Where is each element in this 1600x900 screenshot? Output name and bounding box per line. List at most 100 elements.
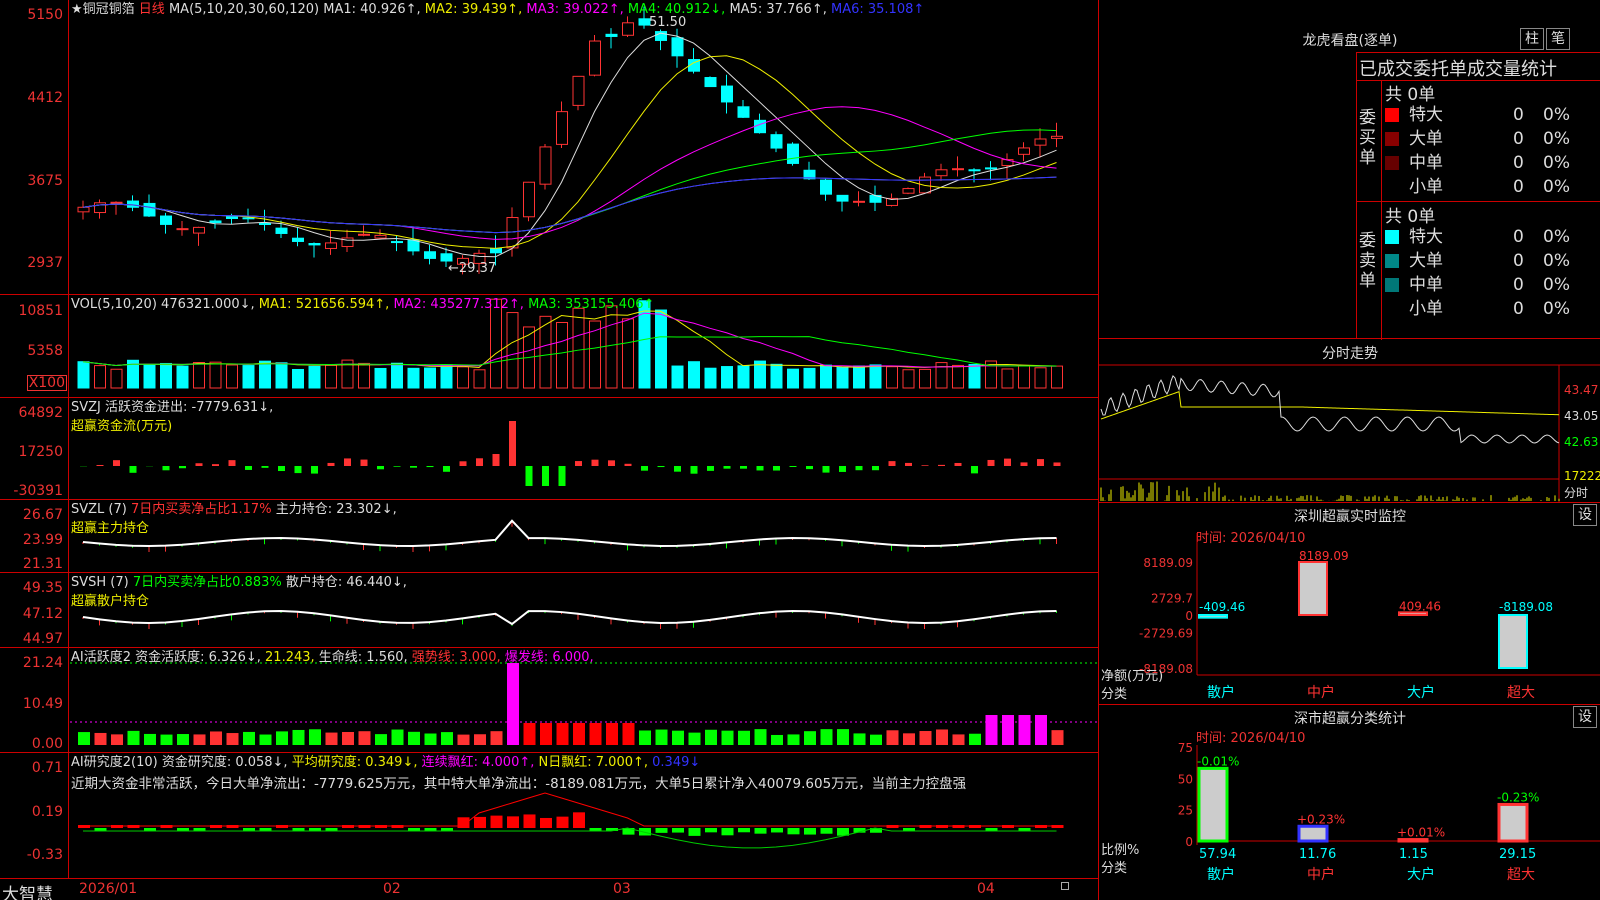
flow-bar bbox=[641, 466, 648, 471]
dragon-tiger-panel: 龙虎看盘(逐单) 柱 笔 已成交委托单成交量统计 委买单 委卖单 共 0单 共 … bbox=[1099, 0, 1600, 340]
y-tick: 49.35 bbox=[22, 580, 63, 596]
y-tick: 47.12 bbox=[22, 606, 63, 622]
activity-bar bbox=[358, 731, 371, 745]
activity-bar bbox=[441, 732, 453, 745]
lock-icon[interactable] bbox=[1061, 882, 1069, 890]
intraday-panel[interactable]: 分时走势 43.47 43.05 42.63 17222 分时 bbox=[1099, 338, 1600, 503]
volume-bar bbox=[853, 365, 865, 389]
flow-bar bbox=[806, 466, 813, 470]
volume-bar bbox=[737, 365, 750, 389]
row-count: 0 bbox=[1513, 275, 1524, 295]
value-label: 1.15 bbox=[1399, 847, 1428, 862]
flow-bar bbox=[971, 466, 978, 474]
bar-mode-button[interactable]: 柱 bbox=[1520, 28, 1544, 50]
row-label: 大单 bbox=[1409, 129, 1443, 149]
activity-bar bbox=[292, 729, 305, 745]
activity-bar bbox=[936, 729, 948, 745]
main-header: ★铜冠铜箔 日线 MA(5,10,20,30,60,120) MA1: 40.9… bbox=[71, 2, 924, 17]
value-label: 11.76 bbox=[1299, 847, 1336, 862]
flow-bar bbox=[195, 463, 203, 466]
sell-label: 委卖单 bbox=[1359, 231, 1376, 291]
svzl-pane[interactable]: 26.67 23.99 21.31 SVZL (7) 7日内买卖净占比1.17%… bbox=[0, 499, 1098, 572]
ai-research-pane[interactable]: 0.71 0.19 -0.33 AI研究度2(10) 资金研究度: 0.058↓… bbox=[0, 752, 1098, 878]
y-tick: 64892 bbox=[18, 405, 63, 421]
activity-bar bbox=[94, 732, 107, 745]
candle bbox=[490, 247, 502, 254]
kline-chart[interactable] bbox=[0, 0, 1098, 294]
row-label: 小单 bbox=[1409, 299, 1443, 319]
svsh-pane[interactable]: 49.35 47.12 44.97 SVSH (7) 7日内买卖净占比0.883… bbox=[0, 572, 1098, 647]
candle bbox=[523, 181, 535, 218]
volume-bar bbox=[374, 367, 387, 389]
category-label: 大户 bbox=[1407, 866, 1435, 883]
flow-bar bbox=[1020, 462, 1028, 466]
volume-bar bbox=[143, 363, 156, 389]
candle bbox=[424, 251, 436, 259]
volume-bar bbox=[110, 368, 123, 389]
row-label: 中单 bbox=[1409, 153, 1443, 173]
change-label: +0.01% bbox=[1397, 826, 1445, 840]
volume-bar bbox=[242, 365, 255, 389]
flow-bar bbox=[327, 462, 335, 466]
activity-bar bbox=[474, 734, 486, 745]
flow-bar bbox=[360, 459, 368, 466]
change-label: -0.23% bbox=[1497, 790, 1539, 804]
flow-bar bbox=[443, 466, 450, 472]
y-tick: 0.00 bbox=[31, 736, 63, 752]
volume-bar bbox=[407, 367, 420, 389]
row-label: 特大 bbox=[1409, 105, 1443, 125]
period-label[interactable]: 日线 bbox=[139, 2, 165, 17]
ma-line bbox=[82, 55, 1057, 249]
volume-pane[interactable]: 10851 5358 X100 VOL(5,10,20) 476321.000↓… bbox=[0, 294, 1098, 397]
intraday-chart[interactable] bbox=[1099, 339, 1600, 503]
stock-title[interactable]: ★铜冠铜箔 bbox=[71, 2, 135, 17]
trend-line bbox=[82, 519, 1057, 547]
candle bbox=[539, 146, 552, 185]
volume-bar bbox=[902, 369, 915, 389]
candle bbox=[193, 226, 205, 234]
volume-bar bbox=[209, 361, 222, 389]
y-tick: 5358 bbox=[27, 343, 63, 359]
dragon-subtitle: 已成交委托单成交量统计 bbox=[1359, 59, 1557, 80]
activity-bar bbox=[919, 731, 932, 745]
volume-bar bbox=[506, 312, 519, 389]
tick-mode-button[interactable]: 笔 bbox=[1546, 28, 1570, 50]
svzj-pane[interactable]: 64892 17250 -30391 SVZJ 活跃资金进出: -7779.63… bbox=[0, 397, 1098, 499]
svzl-header: SVZL (7) 7日内买卖净占比1.17% 主力持仓: 23.302↓, bbox=[71, 502, 397, 517]
candle bbox=[176, 228, 189, 231]
flow-bar bbox=[591, 459, 599, 466]
activity-bar bbox=[754, 729, 767, 745]
volume-bar bbox=[968, 363, 981, 389]
flow-bar bbox=[377, 466, 384, 470]
ai-activity-pane[interactable]: 21.24 10.49 0.00 AI活跃度2 资金活跃度: 6.326↓, 2… bbox=[0, 647, 1098, 752]
volume-bar bbox=[1051, 365, 1063, 389]
color-swatch bbox=[1385, 156, 1399, 170]
flow-bar bbox=[278, 466, 285, 472]
flow-bar bbox=[113, 460, 120, 466]
kline-pane[interactable]: 5150 4412 3675 2937 ★铜冠铜箔 日线 MA(5,10,20,… bbox=[0, 0, 1098, 294]
stat-row: 中单 0 0% bbox=[1385, 151, 1600, 175]
flow-bar bbox=[773, 466, 780, 471]
y-axis-label: 净额(万元) bbox=[1101, 669, 1164, 684]
research-bar bbox=[490, 815, 503, 828]
y-tick: 5150 bbox=[27, 7, 63, 23]
volume-bar bbox=[688, 361, 700, 389]
y-tick: 0 bbox=[1185, 609, 1193, 623]
volume-bar bbox=[457, 366, 469, 389]
candle bbox=[605, 33, 618, 37]
y-tick: -30391 bbox=[13, 483, 63, 499]
color-swatch bbox=[1385, 254, 1399, 268]
candle bbox=[209, 220, 222, 224]
volume-bar bbox=[704, 367, 717, 389]
row-percent: 0% bbox=[1543, 177, 1570, 197]
y-tick: 10851 bbox=[18, 303, 63, 319]
stat-row: 小单 0 0% bbox=[1385, 297, 1600, 321]
right-panel: 龙虎看盘(逐单) 柱 笔 已成交委托单成交量统计 委买单 委卖单 共 0单 共 … bbox=[1098, 0, 1600, 900]
ma-line bbox=[82, 32, 1057, 258]
activity-bar bbox=[721, 730, 734, 745]
stat-row: 特大 0 0% bbox=[1385, 225, 1600, 249]
color-swatch bbox=[1385, 132, 1399, 146]
vol-header: VOL(5,10,20) 476321.000↓, MA1: 521656.59… bbox=[71, 297, 655, 312]
candle bbox=[704, 77, 717, 88]
y-tick: 2937 bbox=[27, 255, 63, 271]
